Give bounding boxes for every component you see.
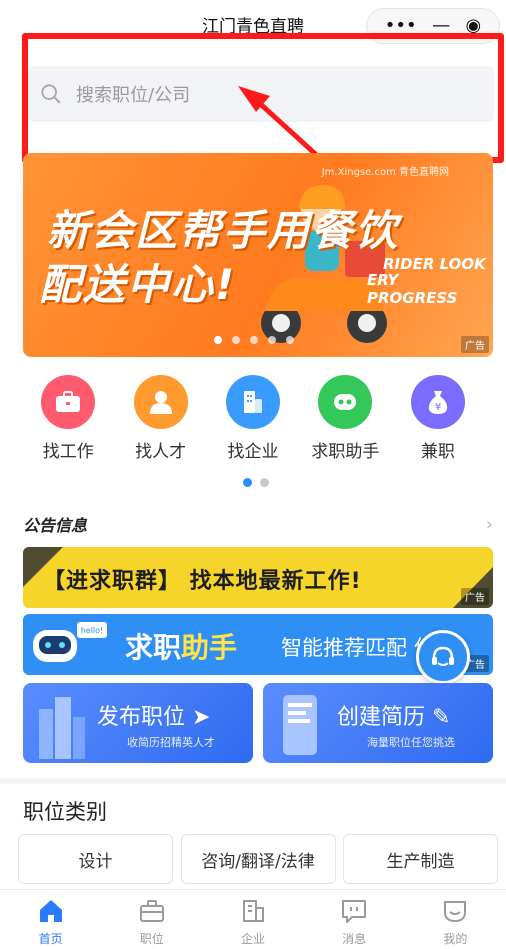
banner-pagination bbox=[214, 336, 294, 344]
tab-profile[interactable]: 我的 bbox=[415, 890, 495, 949]
banner-english-2: ERY PROGRESS bbox=[367, 271, 458, 307]
strip2-title: 求职助手 bbox=[125, 626, 237, 666]
notice-title: 公告信息 bbox=[23, 516, 88, 535]
banner-dot[interactable] bbox=[250, 336, 258, 344]
card-title: 发布职位 ➤ bbox=[97, 699, 210, 731]
briefcase-icon bbox=[139, 900, 164, 922]
minimize-icon[interactable]: — bbox=[432, 17, 450, 35]
search-bar[interactable]: 搜索职位/公司 bbox=[28, 66, 494, 122]
strip2-title-b: 助手 bbox=[181, 631, 238, 664]
tab-jobs[interactable]: 职位 bbox=[112, 890, 192, 949]
more-dots-icon[interactable]: ••• bbox=[385, 17, 417, 35]
grid-item-job-assistant[interactable]: 求职助手 bbox=[299, 375, 391, 465]
target-icon[interactable]: ◉ bbox=[466, 17, 482, 35]
grid-pagination bbox=[243, 478, 269, 487]
home-icon bbox=[39, 900, 62, 922]
customer-service-button[interactable] bbox=[416, 630, 470, 684]
send-icon: ➤ bbox=[192, 705, 211, 730]
robot-icon bbox=[318, 375, 373, 429]
robot-hello-label: hello! bbox=[81, 626, 104, 635]
banner-dot[interactable] bbox=[286, 336, 294, 344]
notice-section[interactable]: 公告信息 › bbox=[23, 512, 493, 538]
tab-label: 职位 bbox=[139, 932, 164, 946]
header: 江门青色直聘 ••• — ◉ bbox=[0, 0, 506, 44]
person-icon bbox=[133, 375, 188, 429]
chevron-right-icon[interactable]: › bbox=[486, 514, 493, 535]
grid-item-label: 找企业 bbox=[227, 442, 279, 462]
ad-badge: 广告 bbox=[461, 588, 489, 605]
card-title: 创建简历 ✎ bbox=[337, 699, 450, 731]
banner-headline-2: 配送中心! bbox=[39, 260, 237, 309]
building-icon bbox=[226, 375, 281, 429]
banner-dot[interactable] bbox=[232, 336, 240, 344]
tab-messages[interactable]: 消息 bbox=[314, 890, 394, 949]
building-illustration bbox=[39, 697, 85, 759]
robot-mascot-icon: hello! bbox=[33, 622, 107, 662]
search-placeholder: 搜索职位/公司 bbox=[76, 85, 191, 106]
edit-icon: ✎ bbox=[432, 705, 451, 730]
category-chip-consulting[interactable]: 咨询/翻译/法律 bbox=[180, 834, 336, 884]
message-icon bbox=[342, 900, 367, 923]
search-icon bbox=[41, 84, 61, 104]
banner-dot[interactable] bbox=[268, 336, 276, 344]
tab-label: 首页 bbox=[38, 932, 63, 946]
card-subtitle: 收简历招精英人才 bbox=[127, 736, 215, 749]
tab-companies[interactable]: 企业 bbox=[213, 890, 293, 949]
category-chip-design[interactable]: 设计 bbox=[18, 834, 173, 884]
svg-text:¥: ¥ bbox=[435, 402, 441, 413]
category-chip-manufacturing[interactable]: 生产制造 bbox=[343, 834, 498, 884]
tab-label: 我的 bbox=[443, 932, 468, 946]
banner-headline-1: 新会区帮手用餐饮 bbox=[47, 206, 400, 255]
strip1-text: 【进求职群】 找本地最新工作! bbox=[43, 569, 362, 594]
grid-item-label: 兼职 bbox=[420, 442, 455, 462]
category-title: 职位类别 bbox=[23, 800, 107, 824]
phone-illustration bbox=[283, 695, 317, 755]
grid-item-find-talent[interactable]: 找人才 bbox=[114, 375, 206, 465]
post-job-card[interactable]: 发布职位 ➤ 收简历招精英人才 bbox=[23, 683, 253, 763]
grid-item-label: 找人才 bbox=[135, 442, 187, 462]
grid-item-find-company[interactable]: 找企业 bbox=[207, 375, 299, 465]
category-chips: 设计 咨询/翻译/法律 生产制造 bbox=[18, 834, 498, 884]
banner-dot[interactable] bbox=[214, 336, 222, 344]
create-resume-card[interactable]: 创建简历 ✎ 海量职位任您挑选 bbox=[263, 683, 493, 763]
grid-item-find-job[interactable]: 找工作 bbox=[22, 375, 114, 465]
grid-item-part-time[interactable]: ¥ 兼职 bbox=[392, 375, 484, 465]
promo-banner[interactable]: Jm.Xingse.com 青色直聘网 新会区帮手用餐饮 配送中心! RIDER… bbox=[23, 153, 493, 357]
quick-entry-grid: 找工作 找人才 找企业 求职助手 ¥ 兼职 bbox=[22, 375, 484, 465]
grid-page-dot[interactable] bbox=[243, 478, 252, 487]
grid-item-label: 找工作 bbox=[42, 442, 94, 462]
strip2-subtitle: 智能推荐匹配 位 bbox=[281, 636, 435, 660]
section-divider bbox=[0, 778, 506, 784]
briefcase-icon bbox=[41, 375, 96, 429]
post-job-title: 发布职位 bbox=[97, 705, 186, 730]
strip2-title-a: 求职 bbox=[125, 631, 182, 664]
tab-home[interactable]: 首页 bbox=[11, 890, 91, 949]
money-bag-icon: ¥ bbox=[410, 375, 465, 429]
ad-badge: 广告 bbox=[461, 336, 489, 353]
profile-icon bbox=[444, 901, 467, 923]
card-subtitle: 海量职位任您挑选 bbox=[367, 736, 455, 749]
tab-label: 企业 bbox=[240, 932, 265, 946]
tab-label: 消息 bbox=[342, 932, 367, 946]
grid-item-label: 求职助手 bbox=[311, 442, 380, 462]
customer-service-icon bbox=[432, 646, 454, 666]
mini-program-capsule[interactable]: ••• — ◉ bbox=[366, 8, 500, 44]
bottom-tab-bar: 首页 职位 企业 消息 我的 bbox=[0, 889, 506, 949]
grid-page-dot[interactable] bbox=[260, 478, 269, 487]
create-resume-title: 创建简历 bbox=[337, 705, 426, 730]
building-icon bbox=[242, 900, 264, 922]
ad-strip-join-group[interactable]: 【进求职群】 找本地最新工作! 广告 bbox=[23, 547, 493, 608]
